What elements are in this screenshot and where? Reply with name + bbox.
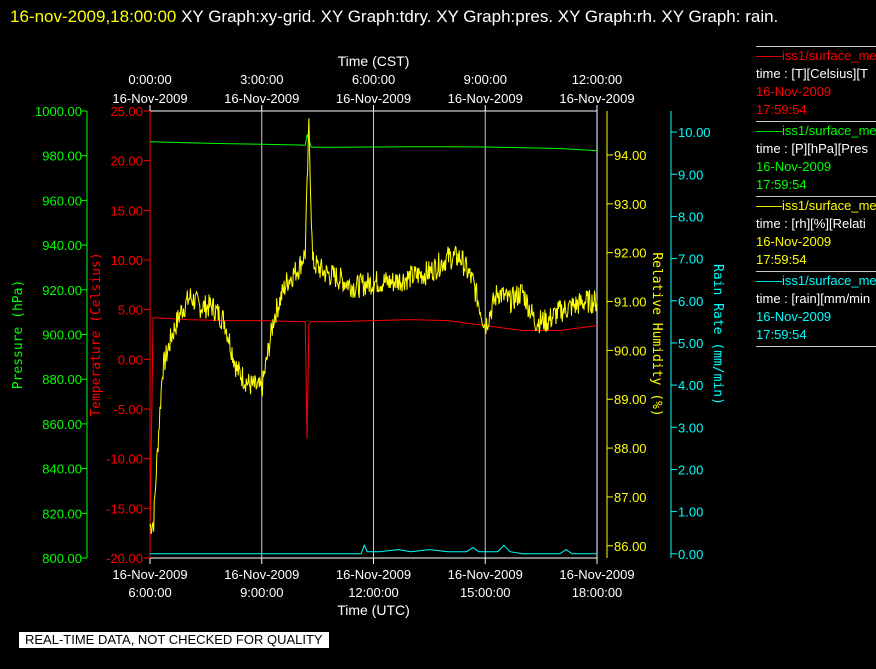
rain-tick-label: 0.00 [678, 547, 703, 562]
pressure-tick-label: 960.00 [42, 193, 82, 208]
x-top-tick-label-date: 16-Nov-2009 [336, 91, 411, 106]
pressure-tick-label: 900.00 [42, 328, 82, 343]
pressure-tick-label: 940.00 [42, 238, 82, 253]
legend-series: ——iss1/surface_me [756, 273, 876, 288]
temperature-axis-title: Temperature (Celsius) [89, 252, 104, 416]
humidity-tick-label: 91.00 [614, 295, 647, 310]
legend-time: 17:59:54 [756, 252, 807, 267]
x-tick-label-date: 16-Nov-2009 [559, 567, 634, 582]
humidity-tick-label: 90.00 [614, 343, 647, 358]
humidity-tick-label: 87.00 [614, 490, 647, 505]
legend-entry-pressure[interactable]: ——iss1/surface_me time : [P][hPa][Pres 1… [756, 121, 876, 196]
qc-warning-banner: REAL-TIME DATA, NOT CHECKED FOR QUALITY [19, 632, 329, 648]
x-top-tick-label-date: 16-Nov-2009 [559, 91, 634, 106]
pressure-tick-label: 800.00 [42, 551, 82, 566]
pressure-tick-label: 980.00 [42, 149, 82, 164]
rain-tick-label: 7.00 [678, 252, 703, 267]
humidity-tick-label: 88.00 [614, 441, 647, 456]
x-tick-label-date: 16-Nov-2009 [336, 567, 411, 582]
legend-date: 16-Nov-2009 [756, 234, 832, 249]
pressure-tick-label: 860.00 [42, 417, 82, 432]
legend: ——iss1/surface_me time : [T][Celsius][T … [756, 46, 876, 347]
x-top-tick-label-time: 3:00:00 [240, 72, 283, 87]
legend-time: 17:59:54 [756, 102, 807, 117]
pressure-tick-label: 880.00 [42, 372, 82, 387]
rain-tick-label: 4.00 [678, 378, 703, 393]
pressure-tick-label: 840.00 [42, 462, 82, 477]
xy-graph: 16-Nov-2009 6:00:00 0:00:00 16-Nov-2009 16-N… [11, 53, 725, 618]
pressure-tick-label: 920.00 [42, 283, 82, 298]
humidity-tick-label: 94.00 [614, 148, 647, 163]
legend-entry-rain[interactable]: ——iss1/surface_me time : [rain][mm/min 1… [756, 271, 876, 347]
temperature-tick-label: -20.00 [106, 551, 143, 566]
legend-date: 16-Nov-2009 [756, 84, 832, 99]
humidity-tick-label: 92.00 [614, 246, 647, 261]
temperature-tick-label: -15.00 [106, 501, 143, 516]
x-tick-label-time: 9:00:00 [240, 585, 283, 600]
x-tick-label-time: 18:00:00 [572, 585, 623, 600]
legend-units: time : [rh][%][Relati [756, 216, 866, 231]
temperature-tick-label: 20.00 [110, 154, 143, 169]
pressure-axis-title: Pressure (hPa) [11, 280, 26, 390]
x-top-tick-label-time: 9:00:00 [464, 72, 507, 87]
x-tick-label-time: 15:00:00 [460, 585, 511, 600]
rain-tick-label: 10.00 [678, 125, 711, 140]
legend-date: 16-Nov-2009 [756, 309, 832, 324]
temperature-tick-label: -10.00 [106, 452, 143, 467]
rain-tick-label: 8.00 [678, 209, 703, 224]
rain-tick-label: 2.00 [678, 462, 703, 477]
legend-series: ——iss1/surface_me [756, 198, 876, 213]
x-top-tick-label-date: 16-Nov-2009 [448, 91, 523, 106]
legend-time: 17:59:54 [756, 177, 807, 192]
legend-series: ——iss1/surface_me [756, 48, 876, 63]
pressure-tick-label: 820.00 [42, 506, 82, 521]
temperature-tick-label: 0.00 [118, 352, 143, 367]
legend-units: time : [P][hPa][Pres [756, 141, 868, 156]
x-tick-label-date: 16-Nov-2009 [448, 567, 523, 582]
humidity-tick-label: 86.00 [614, 539, 647, 554]
pressure-tick-label: 1000.00 [35, 104, 82, 119]
rain-tick-label: 5.00 [678, 336, 703, 351]
humidity-axis-title: Relative Humidity (%) [649, 252, 664, 416]
humidity-tick-label: 89.00 [614, 392, 647, 407]
humidity-tick-label: 93.00 [614, 197, 647, 212]
legend-entry-humidity[interactable]: ——iss1/surface_me time : [rh][%][Relati … [756, 196, 876, 271]
rain-tick-label: 9.00 [678, 167, 703, 182]
temperature-tick-label: 15.00 [110, 203, 143, 218]
x-tick-label-time: 6:00:00 [128, 585, 171, 600]
x-top-tick-label-time: 6:00:00 [352, 72, 395, 87]
legend-units: time : [T][Celsius][T [756, 66, 868, 81]
x-tick-label-date: 16-Nov-2009 [224, 567, 299, 582]
x-top-tick-label-time: 0:00:00 [128, 72, 171, 87]
temperature-tick-label: 5.00 [118, 303, 143, 318]
temperature-tick-label: 10.00 [110, 253, 143, 268]
x-axis-label-cst: Time (CST) [338, 53, 410, 69]
x-top-tick-label-date: 16-Nov-2009 [224, 91, 299, 106]
legend-time: 17:59:54 [756, 327, 807, 342]
legend-units: time : [rain][mm/min [756, 291, 871, 306]
rain-axis-title: Rain Rate (mm/min) [710, 264, 725, 405]
x-tick-label-time: 12:00:00 [348, 585, 399, 600]
x-tick-label-date: 16-Nov-2009 [112, 567, 187, 582]
rain-tick-label: 3.00 [678, 420, 703, 435]
legend-entry-temperature[interactable]: ——iss1/surface_me time : [T][Celsius][T … [756, 46, 876, 121]
temperature-tick-label: -5.00 [113, 402, 143, 417]
rain-tick-label: 6.00 [678, 294, 703, 309]
temperature-tick-label: 25.00 [110, 104, 143, 119]
legend-series: ——iss1/surface_me [756, 123, 876, 138]
x-top-tick-label-time: 12:00:00 [572, 72, 623, 87]
rain-tick-label: 1.00 [678, 505, 703, 520]
legend-date: 16-Nov-2009 [756, 159, 832, 174]
x-axis-label-utc: Time (UTC) [337, 602, 410, 618]
